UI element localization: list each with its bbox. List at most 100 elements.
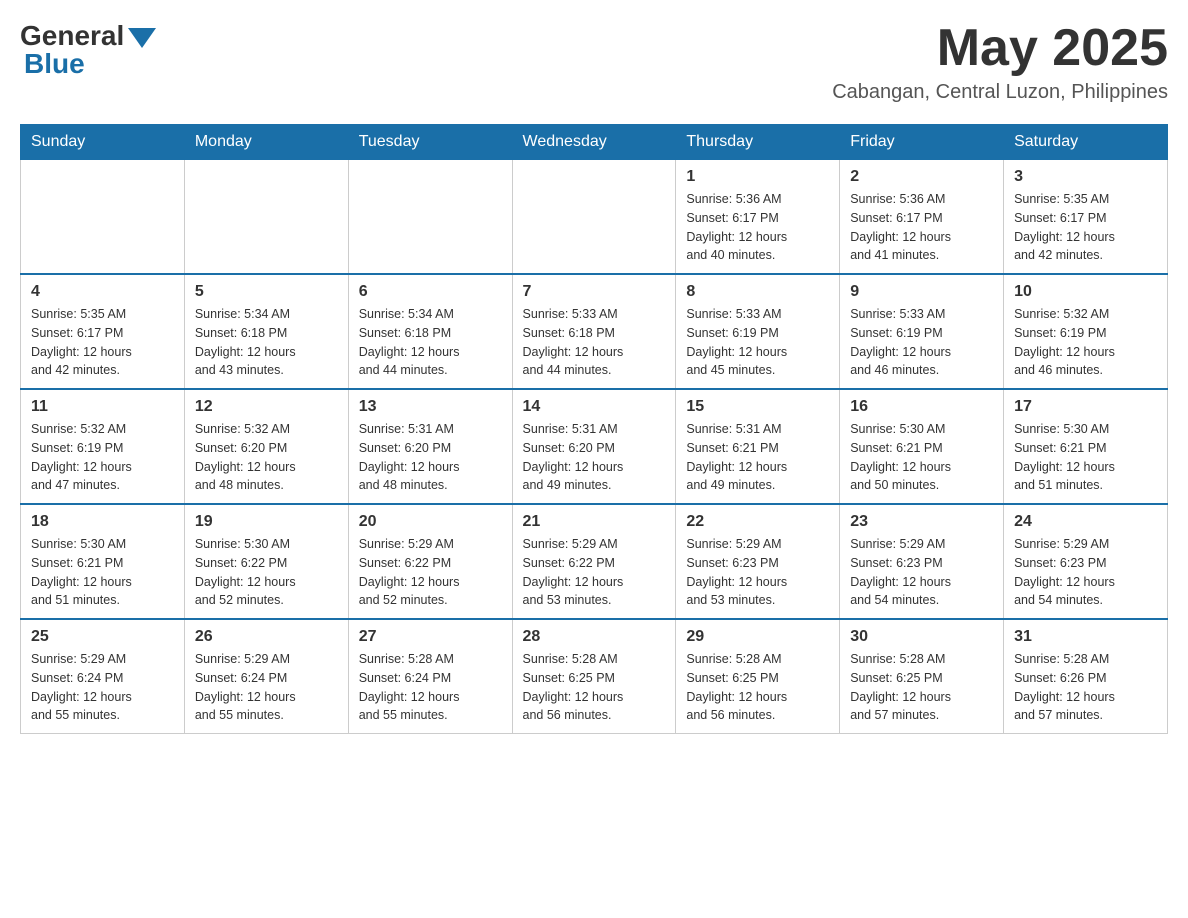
calendar-cell: 9 Sunrise: 5:33 AM Sunset: 6:19 PM Daylig…: [840, 274, 1004, 389]
week-row-2: 4 Sunrise: 5:35 AM Sunset: 6:17 PM Daylig…: [21, 274, 1168, 389]
day-info: Sunrise: 5:36 AM Sunset: 6:17 PM Dayligh…: [850, 190, 993, 265]
day-info: Sunrise: 5:28 AM Sunset: 6:25 PM Dayligh…: [686, 650, 829, 725]
title-section: May 2025 Cabangan, Central Luzon, Philip…: [832, 20, 1168, 104]
calendar-cell: 11 Sunrise: 5:32 AM Sunset: 6:19 PM Dayli…: [21, 389, 185, 504]
day-number: 25: [31, 628, 174, 646]
day-info: Sunrise: 5:29 AM Sunset: 6:23 PM Dayligh…: [850, 535, 993, 610]
day-info: Sunrise: 5:34 AM Sunset: 6:18 PM Dayligh…: [359, 305, 502, 380]
day-number: 12: [195, 398, 338, 416]
day-info: Sunrise: 5:30 AM Sunset: 6:21 PM Dayligh…: [850, 420, 993, 495]
day-number: 30: [850, 628, 993, 646]
logo: General Blue: [20, 20, 156, 80]
week-row-4: 18Sunrise: 5:30 AM Sunset: 6:21 PM Dayli…: [21, 504, 1168, 619]
calendar-cell: 3 Sunrise: 5:35 AM Sunset: 6:17 PM Daylig…: [1004, 160, 1168, 275]
calendar-cell: 22Sunrise: 5:29 AM Sunset: 6:23 PM Dayli…: [676, 504, 840, 619]
weekday-header-monday: Monday: [184, 125, 348, 160]
calendar-cell: 29 Sunrise: 5:28 AM Sunset: 6:25 PM Dayli…: [676, 619, 840, 734]
calendar-cell: 7 Sunrise: 5:33 AM Sunset: 6:18 PM Daylig…: [512, 274, 676, 389]
calendar-cell: 15 Sunrise: 5:31 AM Sunset: 6:21 PM Dayli…: [676, 389, 840, 504]
calendar-cell: 16 Sunrise: 5:30 AM Sunset: 6:21 PM Dayli…: [840, 389, 1004, 504]
day-number: 27: [359, 628, 502, 646]
day-number: 8: [686, 283, 829, 301]
day-number: 24: [1014, 513, 1157, 531]
calendar-cell: [21, 160, 185, 275]
page-header: General Blue May 2025 Cabangan, Central …: [20, 20, 1168, 104]
calendar-cell: 8Sunrise: 5:33 AM Sunset: 6:19 PM Daylig…: [676, 274, 840, 389]
calendar-cell: 21 Sunrise: 5:29 AM Sunset: 6:22 PM Dayli…: [512, 504, 676, 619]
day-info: Sunrise: 5:28 AM Sunset: 6:24 PM Dayligh…: [359, 650, 502, 725]
calendar-cell: 4 Sunrise: 5:35 AM Sunset: 6:17 PM Daylig…: [21, 274, 185, 389]
day-info: Sunrise: 5:35 AM Sunset: 6:17 PM Dayligh…: [31, 305, 174, 380]
logo-blue-text: Blue: [20, 48, 85, 80]
calendar-cell: 31 Sunrise: 5:28 AM Sunset: 6:26 PM Dayli…: [1004, 619, 1168, 734]
calendar-cell: 10Sunrise: 5:32 AM Sunset: 6:19 PM Dayli…: [1004, 274, 1168, 389]
calendar-cell: 6Sunrise: 5:34 AM Sunset: 6:18 PM Daylig…: [348, 274, 512, 389]
day-info: Sunrise: 5:28 AM Sunset: 6:26 PM Dayligh…: [1014, 650, 1157, 725]
day-info: Sunrise: 5:29 AM Sunset: 6:23 PM Dayligh…: [1014, 535, 1157, 610]
day-number: 15: [686, 398, 829, 416]
location-text: Cabangan, Central Luzon, Philippines: [832, 81, 1168, 104]
day-info: Sunrise: 5:33 AM Sunset: 6:19 PM Dayligh…: [850, 305, 993, 380]
day-info: Sunrise: 5:36 AM Sunset: 6:17 PM Dayligh…: [686, 190, 829, 265]
day-number: 16: [850, 398, 993, 416]
weekday-header-sunday: Sunday: [21, 125, 185, 160]
day-info: Sunrise: 5:30 AM Sunset: 6:22 PM Dayligh…: [195, 535, 338, 610]
logo-triangle-icon: [128, 28, 156, 48]
day-info: Sunrise: 5:31 AM Sunset: 6:20 PM Dayligh…: [359, 420, 502, 495]
calendar-cell: 28Sunrise: 5:28 AM Sunset: 6:25 PM Dayli…: [512, 619, 676, 734]
day-info: Sunrise: 5:29 AM Sunset: 6:22 PM Dayligh…: [523, 535, 666, 610]
day-info: Sunrise: 5:29 AM Sunset: 6:23 PM Dayligh…: [686, 535, 829, 610]
day-number: 26: [195, 628, 338, 646]
calendar-cell: [512, 160, 676, 275]
calendar-cell: [184, 160, 348, 275]
weekday-header-row: SundayMondayTuesdayWednesdayThursdayFrid…: [21, 125, 1168, 160]
calendar-cell: 30Sunrise: 5:28 AM Sunset: 6:25 PM Dayli…: [840, 619, 1004, 734]
weekday-header-thursday: Thursday: [676, 125, 840, 160]
day-info: Sunrise: 5:35 AM Sunset: 6:17 PM Dayligh…: [1014, 190, 1157, 265]
day-info: Sunrise: 5:30 AM Sunset: 6:21 PM Dayligh…: [31, 535, 174, 610]
day-info: Sunrise: 5:33 AM Sunset: 6:18 PM Dayligh…: [523, 305, 666, 380]
calendar-cell: 2 Sunrise: 5:36 AM Sunset: 6:17 PM Daylig…: [840, 160, 1004, 275]
day-info: Sunrise: 5:29 AM Sunset: 6:24 PM Dayligh…: [195, 650, 338, 725]
day-number: 7: [523, 283, 666, 301]
weekday-header-friday: Friday: [840, 125, 1004, 160]
calendar-cell: 13 Sunrise: 5:31 AM Sunset: 6:20 PM Dayli…: [348, 389, 512, 504]
day-info: Sunrise: 5:28 AM Sunset: 6:25 PM Dayligh…: [523, 650, 666, 725]
calendar-cell: 5 Sunrise: 5:34 AM Sunset: 6:18 PM Daylig…: [184, 274, 348, 389]
day-number: 17: [1014, 398, 1157, 416]
day-number: 2: [850, 168, 993, 186]
day-number: 5: [195, 283, 338, 301]
day-number: 29: [686, 628, 829, 646]
calendar-cell: 27 Sunrise: 5:28 AM Sunset: 6:24 PM Dayli…: [348, 619, 512, 734]
day-info: Sunrise: 5:31 AM Sunset: 6:21 PM Dayligh…: [686, 420, 829, 495]
day-number: 11: [31, 398, 174, 416]
calendar-cell: 20Sunrise: 5:29 AM Sunset: 6:22 PM Dayli…: [348, 504, 512, 619]
calendar-cell: 26 Sunrise: 5:29 AM Sunset: 6:24 PM Dayli…: [184, 619, 348, 734]
day-number: 13: [359, 398, 502, 416]
calendar-cell: 23 Sunrise: 5:29 AM Sunset: 6:23 PM Dayli…: [840, 504, 1004, 619]
weekday-header-tuesday: Tuesday: [348, 125, 512, 160]
calendar-cell: 24 Sunrise: 5:29 AM Sunset: 6:23 PM Dayli…: [1004, 504, 1168, 619]
week-row-5: 25 Sunrise: 5:29 AM Sunset: 6:24 PM Dayli…: [21, 619, 1168, 734]
day-number: 31: [1014, 628, 1157, 646]
week-row-3: 11 Sunrise: 5:32 AM Sunset: 6:19 PM Dayli…: [21, 389, 1168, 504]
day-number: 3: [1014, 168, 1157, 186]
day-number: 21: [523, 513, 666, 531]
day-info: Sunrise: 5:30 AM Sunset: 6:21 PM Dayligh…: [1014, 420, 1157, 495]
day-info: Sunrise: 5:34 AM Sunset: 6:18 PM Dayligh…: [195, 305, 338, 380]
day-info: Sunrise: 5:29 AM Sunset: 6:22 PM Dayligh…: [359, 535, 502, 610]
day-number: 4: [31, 283, 174, 301]
day-number: 14: [523, 398, 666, 416]
day-info: Sunrise: 5:31 AM Sunset: 6:20 PM Dayligh…: [523, 420, 666, 495]
calendar-cell: 14 Sunrise: 5:31 AM Sunset: 6:20 PM Dayli…: [512, 389, 676, 504]
week-row-1: 1 Sunrise: 5:36 AM Sunset: 6:17 PM Daylig…: [21, 160, 1168, 275]
calendar-cell: 17 Sunrise: 5:30 AM Sunset: 6:21 PM Dayli…: [1004, 389, 1168, 504]
day-info: Sunrise: 5:32 AM Sunset: 6:19 PM Dayligh…: [31, 420, 174, 495]
day-number: 23: [850, 513, 993, 531]
day-number: 1: [686, 168, 829, 186]
day-number: 9: [850, 283, 993, 301]
day-info: Sunrise: 5:29 AM Sunset: 6:24 PM Dayligh…: [31, 650, 174, 725]
weekday-header-saturday: Saturday: [1004, 125, 1168, 160]
calendar-cell: [348, 160, 512, 275]
calendar-cell: 25 Sunrise: 5:29 AM Sunset: 6:24 PM Dayli…: [21, 619, 185, 734]
